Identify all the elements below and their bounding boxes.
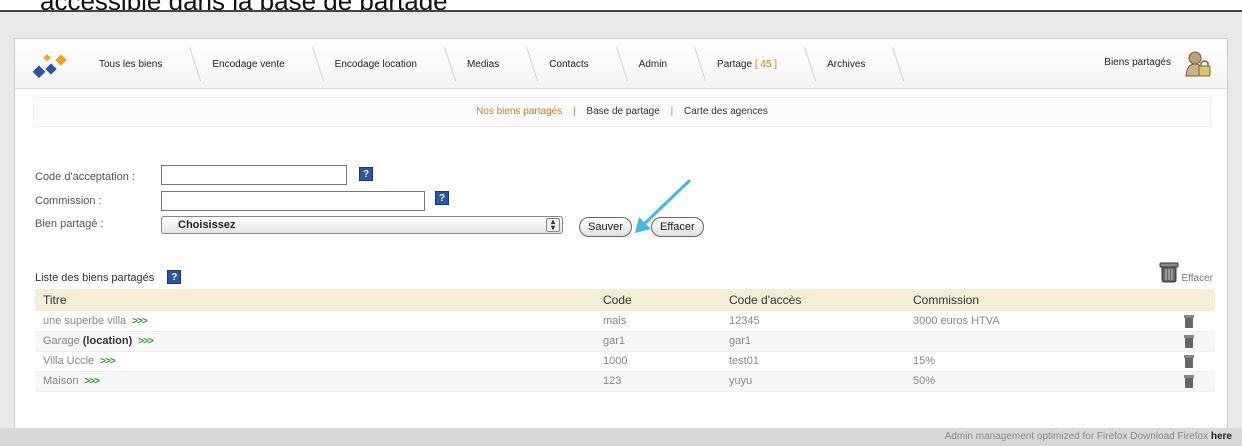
partage-count-badge: [ 45 ]: [754, 58, 778, 70]
commission-label: Commission :: [35, 195, 102, 207]
download-firefox-link[interactable]: here: [1211, 431, 1232, 442]
column-header-actions: [1175, 289, 1215, 311]
cell-actions: [1175, 351, 1215, 372]
subnav-separator: |: [573, 106, 576, 117]
sub-nav: Nos biens partagés | Base de partage | C…: [33, 97, 1211, 127]
property-title: Maison: [43, 375, 79, 387]
shared-properties-table: Titre Code Code d'accès Commission une s…: [35, 289, 1215, 392]
bien-partage-select[interactable]: Choisissez ▴ ▾: [161, 216, 563, 234]
nav-item-archives[interactable]: Archives: [805, 39, 893, 89]
top-nav: Tous les biens Encodage vente Encodage l…: [15, 39, 1227, 89]
subnav-nos-biens-partages[interactable]: Nos biens partagés: [476, 106, 562, 117]
subnav-separator: |: [670, 106, 674, 117]
main-panel: Tous les biens Encodage vente Encodage l…: [14, 38, 1228, 436]
footer-text: Admin management optimized for Firefox D…: [944, 431, 1209, 442]
nav-item-tous-les-biens[interactable]: Tous les biens: [77, 39, 190, 89]
nav-label: Medias: [466, 58, 500, 70]
select-value: Choisissez: [178, 219, 236, 231]
table-row: une superbe villa >>> mais 12345 3000 eur…: [35, 311, 1215, 332]
nav-label: Partage: [717, 58, 753, 70]
cell-commission: [905, 331, 1175, 352]
cell-actions: [1175, 371, 1215, 392]
cell-code: gar1: [595, 331, 721, 352]
details-link[interactable]: >>>: [84, 376, 100, 387]
cell-commission: 15%: [905, 351, 1175, 372]
cell-title: Maison >>>: [35, 371, 595, 392]
delete-row-icon[interactable]: [1183, 313, 1195, 329]
delete-row-icon[interactable]: [1183, 333, 1195, 349]
column-header-code-acces: Code d'accès: [721, 289, 905, 311]
nav-label: Archives: [827, 58, 866, 70]
cell-commission: 50%: [905, 371, 1175, 392]
save-button[interactable]: Sauver: [579, 217, 632, 237]
table-row: Garage (location) >>> gar1 gar1: [35, 331, 1215, 352]
nav-label: Tous les biens: [99, 58, 163, 70]
column-header-commission: Commission: [905, 289, 1175, 311]
location-tag: (location): [82, 335, 133, 347]
commission-help-icon[interactable]: ?: [435, 191, 449, 205]
nav-item-encodage-vente[interactable]: Encodage vente: [190, 39, 312, 89]
cell-code: 1000: [595, 351, 721, 372]
cell-commission: 3000 euros HTVA: [905, 311, 1175, 332]
nav-biens-partages-link[interactable]: Biens partagés: [1104, 57, 1171, 68]
nav-item-medias[interactable]: Medias: [445, 39, 527, 89]
trash-icon[interactable]: [1159, 261, 1179, 283]
nav-item-admin[interactable]: Admin: [617, 39, 695, 89]
window-frame: Tous les biens Encodage vente Encodage l…: [0, 10, 1242, 446]
commission-input[interactable]: [161, 191, 425, 211]
cell-access: yuyu: [721, 371, 905, 392]
cell-access: gar1: [721, 331, 905, 352]
delete-row-icon[interactable]: [1183, 373, 1195, 389]
clear-list-link[interactable]: Effacer: [1182, 273, 1214, 284]
nav-label: Contacts: [549, 58, 589, 70]
column-header-titre: Titre: [35, 289, 595, 311]
table-header-row: Titre Code Code d'accès Commission: [35, 289, 1215, 311]
list-title-text: Liste des biens partagés: [35, 272, 155, 284]
pointer-arrow-icon: [635, 179, 691, 233]
cell-access: test01: [721, 351, 905, 372]
cell-actions: [1175, 311, 1215, 332]
footer: Admin management optimized for Firefox D…: [0, 428, 1242, 446]
nav-item-partage[interactable]: Partage [ 45 ]: [695, 39, 805, 89]
nav-label: Encodage vente: [212, 58, 285, 70]
cell-title: Villa Uccle >>>: [35, 351, 595, 372]
cell-title: une superbe villa >>>: [35, 311, 595, 332]
details-link[interactable]: >>>: [132, 316, 148, 327]
nav-label: Admin: [638, 58, 668, 70]
property-title: Garage: [43, 335, 80, 347]
nav-item-contacts[interactable]: Contacts: [527, 39, 616, 89]
code-help-icon[interactable]: ?: [359, 167, 373, 181]
subnav-base-de-partage[interactable]: Base de partage: [586, 106, 659, 117]
cell-title: Garage (location) >>>: [35, 331, 595, 352]
cell-actions: [1175, 331, 1215, 352]
subnav-carte-des-agences[interactable]: Carte des agences: [684, 106, 768, 117]
cell-code: 123: [595, 371, 721, 392]
list-help-icon[interactable]: ?: [167, 270, 182, 284]
code-acceptation-input[interactable]: [161, 165, 347, 185]
delete-row-icon[interactable]: [1183, 353, 1195, 369]
table-row: Maison >>> 123 yuyu 50%: [35, 371, 1215, 392]
list-title: Liste des biens partagés ?: [35, 270, 182, 285]
column-header-code: Code: [595, 289, 721, 311]
cell-access: 12345: [721, 311, 905, 332]
nav-items: Tous les biens Encodage vente Encodage l…: [77, 39, 893, 89]
nav-item-encodage-location[interactable]: Encodage location: [313, 39, 445, 89]
logo-icon: [33, 54, 67, 79]
cell-code: mais: [595, 311, 721, 332]
property-title: une superbe villa: [43, 314, 127, 327]
select-arrows-icon: ▴ ▾: [546, 218, 560, 232]
details-link[interactable]: >>>: [138, 336, 154, 347]
bien-partage-label: Bien partagé :: [35, 218, 104, 230]
property-title: Villa Uccle: [43, 355, 95, 367]
user-lock-icon[interactable]: [1183, 49, 1213, 79]
nav-label: Encodage location: [334, 58, 417, 70]
details-link[interactable]: >>>: [100, 356, 116, 367]
code-acceptation-label: Code d'acceptation :: [35, 171, 135, 183]
table-row: Villa Uccle >>> 1000 test01 15%: [35, 351, 1215, 372]
